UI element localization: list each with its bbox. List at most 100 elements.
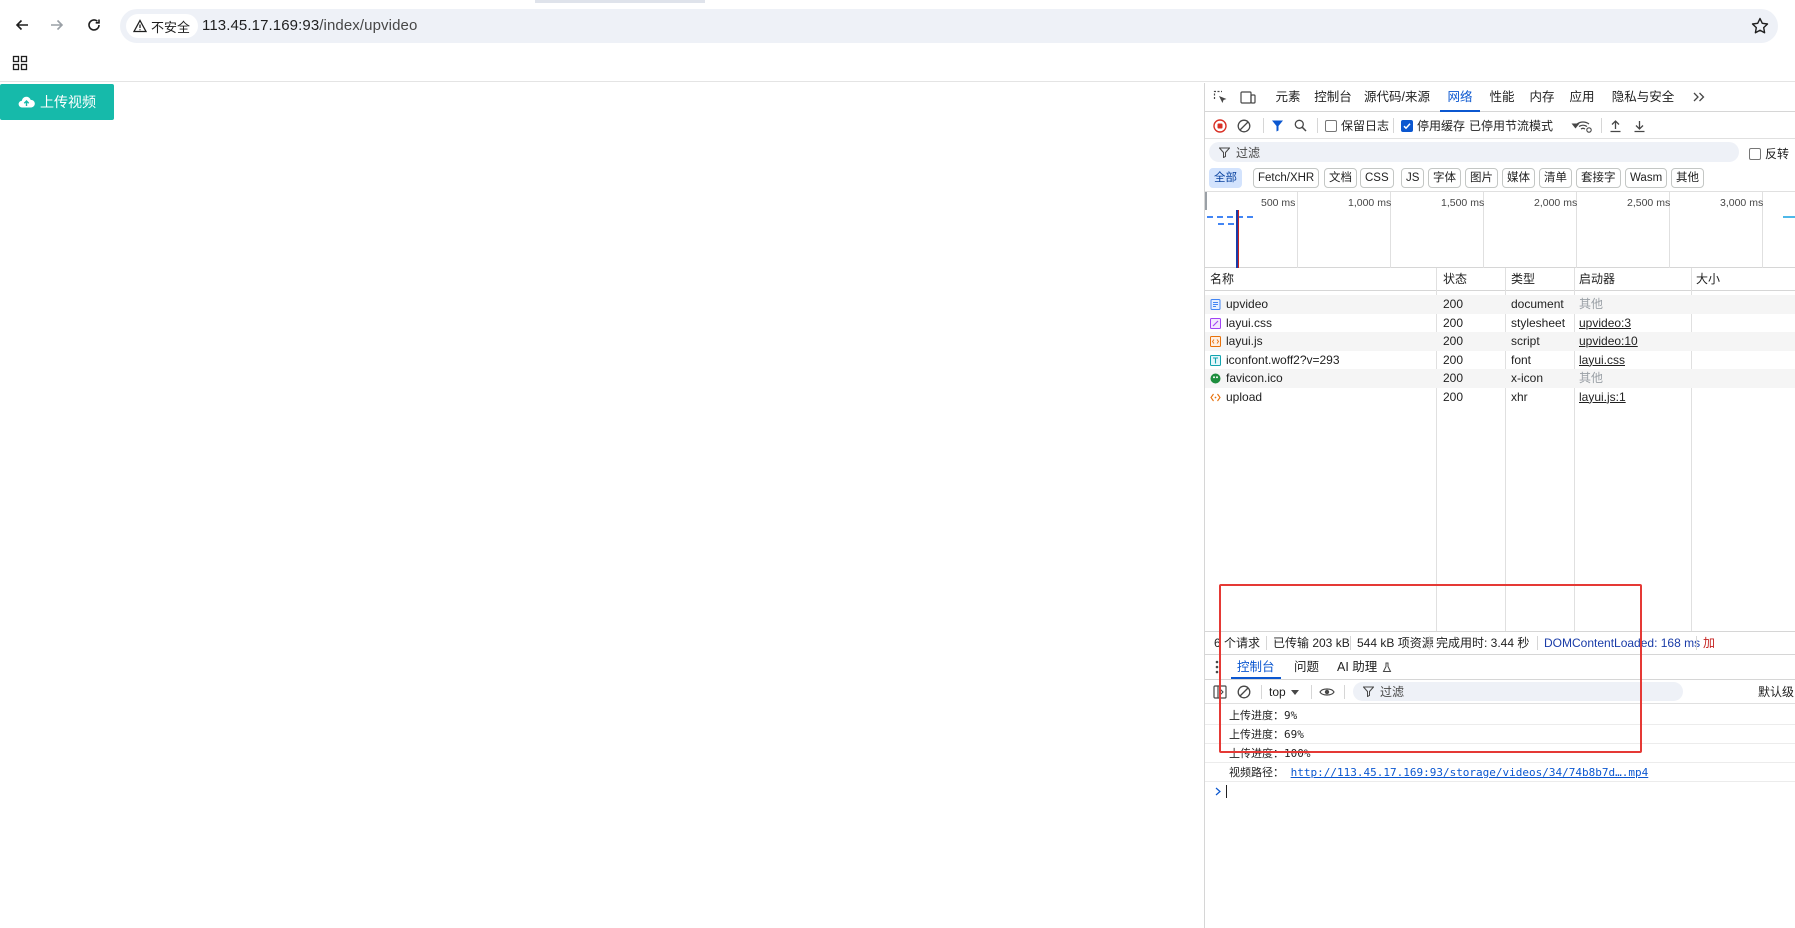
table-row[interactable]: upload 200 xhr layui.js:1 <box>1205 388 1795 407</box>
warning-icon <box>133 19 147 33</box>
filter-media[interactable]: 媒体 <box>1502 168 1535 188</box>
inspect-element-button[interactable] <box>1213 90 1228 105</box>
clear-icon <box>1237 119 1251 132</box>
star-icon <box>1751 17 1769 34</box>
tab-elements[interactable]: 元素 <box>1271 83 1305 112</box>
request-type: stylesheet <box>1511 315 1566 330</box>
filter-font[interactable]: 字体 <box>1428 168 1461 188</box>
load-marker <box>1238 210 1239 269</box>
security-chip[interactable]: 不安全 <box>126 14 199 38</box>
filter-all[interactable]: 全部 <box>1209 168 1242 188</box>
disable-cache-checkbox[interactable]: 停用缓存 <box>1401 112 1465 139</box>
overview-handle[interactable] <box>1205 192 1207 210</box>
column-name[interactable]: 名称 <box>1210 268 1234 291</box>
tab-application[interactable]: 应用 <box>1565 83 1599 112</box>
back-button[interactable] <box>11 14 33 36</box>
console-log-label: 视频路径： <box>1229 766 1284 779</box>
apps-grid-icon <box>12 55 28 71</box>
timeline-bar <box>1783 216 1795 218</box>
checkbox-unchecked-icon <box>1325 119 1337 132</box>
filter-fetch-xhr[interactable]: Fetch/XHR <box>1253 168 1320 188</box>
more-tabs-button[interactable] <box>1692 91 1706 103</box>
browser-toolbar: 不安全 113.45.17.169:93/index/upvideo <box>0 3 1795 47</box>
cloud-upload-icon <box>18 96 35 108</box>
invert-label: 反转 <box>1765 147 1790 161</box>
request-initiator-link[interactable]: layui.js:1 <box>1579 388 1626 407</box>
url-text[interactable]: 113.45.17.169:93/index/upvideo <box>202 17 417 34</box>
table-row[interactable]: favicon.ico 200 x-icon 其他 <box>1205 369 1795 388</box>
console-prompt[interactable] <box>1215 785 1227 798</box>
funnel-icon <box>1272 120 1283 132</box>
filter-js[interactable]: JS <box>1401 168 1425 188</box>
devtools-panel: 元素 控制台 源代码/来源 网络 性能 内存 应用 隐私与安全 保留日志 停用缓… <box>1204 83 1795 928</box>
request-initiator-link[interactable]: upvideo:3 <box>1579 314 1631 333</box>
video-path-link[interactable]: http://113.45.17.169:93/storage/videos/3… <box>1291 766 1649 779</box>
network-conditions-button[interactable] <box>1576 112 1592 139</box>
resource-type-filters: 全部 Fetch/XHR 文档 CSS JS 字体 图片 媒体 清单 套接字 W… <box>1205 165 1795 191</box>
checkbox-checked-icon <box>1401 119 1413 132</box>
timeline-bar <box>1207 216 1253 218</box>
filter-toggle-button[interactable] <box>1271 112 1284 139</box>
table-row[interactable]: iconfont.woff2?v=293 200 font layui.css <box>1205 351 1795 370</box>
throttling-label: 已停用节流模式 <box>1469 119 1554 133</box>
filter-manifest[interactable]: 清单 <box>1539 168 1572 188</box>
column-type[interactable]: 类型 <box>1511 268 1535 291</box>
request-status: 200 <box>1443 352 1464 367</box>
timeline-label: 1,500 ms <box>1441 197 1485 209</box>
request-type: x-icon <box>1511 371 1544 385</box>
filter-image[interactable]: 图片 <box>1465 168 1498 188</box>
url-path: /index/upvideo <box>319 17 418 34</box>
timeline-label: 500 ms <box>1261 197 1296 209</box>
record-button[interactable] <box>1213 112 1227 139</box>
filter-websocket[interactable]: 套接字 <box>1576 168 1621 188</box>
preserve-log-checkbox[interactable]: 保留日志 <box>1325 112 1389 139</box>
console-log-entry: 视频路径： http://113.45.17.169:93/storage/vi… <box>1205 763 1795 782</box>
timeline-label: 2,000 ms <box>1534 197 1578 209</box>
table-row[interactable]: layui.js 200 script upvideo:10 <box>1205 332 1795 351</box>
request-table-header: 名称 状态 类型 启动器 大小 <box>1205 268 1795 291</box>
clear-button[interactable] <box>1237 112 1251 139</box>
export-har-button[interactable] <box>1633 112 1646 139</box>
invert-checkbox[interactable]: 反转 <box>1749 145 1789 162</box>
upload-icon <box>1610 119 1621 132</box>
import-har-button[interactable] <box>1609 112 1622 139</box>
bookmark-star-button[interactable] <box>1750 16 1770 36</box>
filter-css[interactable]: CSS <box>1360 168 1394 188</box>
filter-document[interactable]: 文档 <box>1324 168 1357 188</box>
request-name: upload <box>1226 389 1263 404</box>
download-icon <box>1634 120 1645 132</box>
request-name: upvideo <box>1226 297 1269 311</box>
tab-network[interactable]: 网络 <box>1440 83 1480 112</box>
tab-performance[interactable]: 性能 <box>1485 83 1519 112</box>
device-icon <box>1240 91 1256 104</box>
column-size[interactable]: 大小 <box>1696 268 1720 291</box>
filter-wasm[interactable]: Wasm <box>1625 168 1668 188</box>
tab-privacy-security[interactable]: 隐私与安全 <box>1605 83 1681 112</box>
bookmark-bar <box>0 47 1795 82</box>
funnel-icon <box>1219 147 1230 158</box>
tab-memory[interactable]: 内存 <box>1525 83 1559 112</box>
request-initiator-link[interactable]: layui.css <box>1579 351 1625 370</box>
table-row[interactable]: upvideo 200 document 其他 <box>1205 295 1795 314</box>
stop-recording-icon <box>1213 118 1227 133</box>
throttling-select[interactable]: 已停用节流模式 <box>1469 112 1580 139</box>
apps-grid-button[interactable] <box>12 55 28 71</box>
upload-video-button[interactable]: 上传视频 <box>0 84 114 120</box>
upload-button-label: 上传视频 <box>40 94 96 110</box>
forward-button[interactable] <box>46 14 68 36</box>
search-button[interactable] <box>1294 112 1307 139</box>
address-bar[interactable]: 不安全 113.45.17.169:93/index/upvideo <box>120 9 1778 43</box>
column-status[interactable]: 状态 <box>1443 268 1467 291</box>
reload-button[interactable] <box>83 14 105 36</box>
network-filter-input[interactable]: 过滤 <box>1209 142 1739 162</box>
request-initiator-link[interactable]: upvideo:10 <box>1579 332 1638 351</box>
filter-placeholder: 过滤 <box>1236 145 1261 160</box>
device-toolbar-button[interactable] <box>1240 90 1256 105</box>
network-overview-timeline[interactable]: 500 ms 1,000 ms 1,500 ms 2,000 ms 2,500 … <box>1205 191 1795 269</box>
tab-console[interactable]: 控制台 <box>1311 83 1355 112</box>
tab-sources[interactable]: 源代码/来源 <box>1360 83 1434 112</box>
table-row[interactable]: layui.css 200 stylesheet upvideo:3 <box>1205 314 1795 333</box>
filter-other[interactable]: 其他 <box>1671 168 1704 188</box>
log-levels-select[interactable]: 默认级 <box>1758 683 1794 701</box>
column-initiator[interactable]: 启动器 <box>1579 268 1615 291</box>
